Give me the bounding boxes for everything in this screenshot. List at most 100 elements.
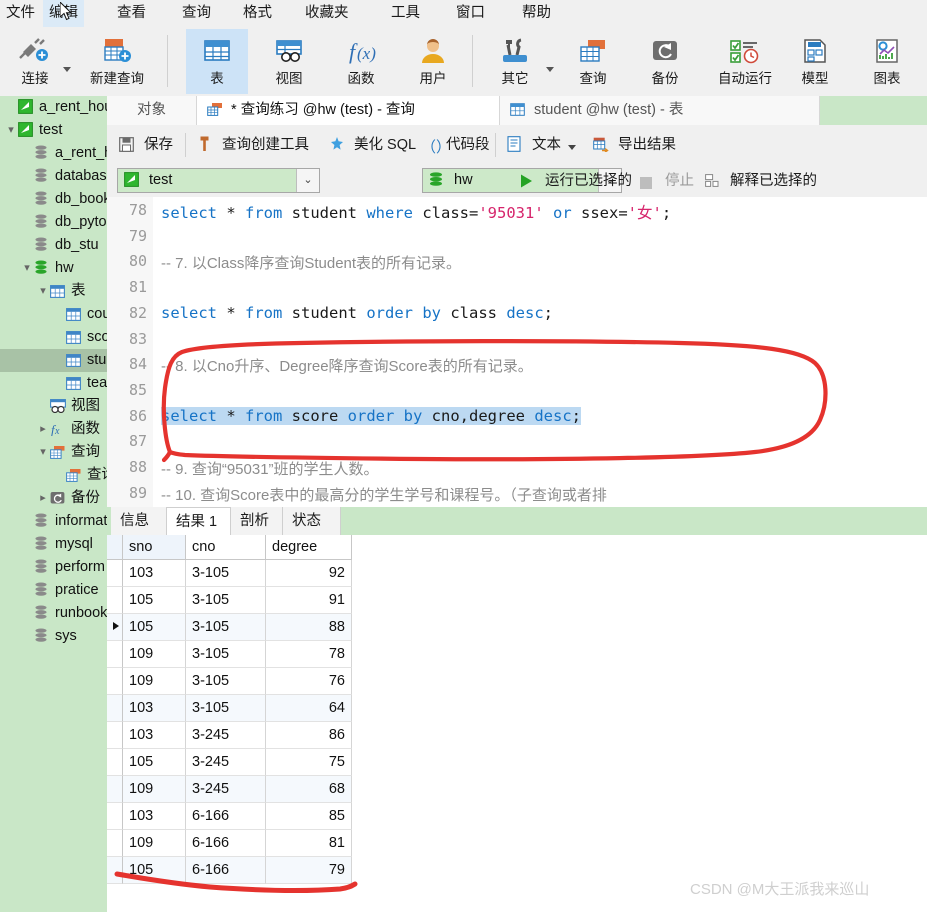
column-header-degree[interactable]: degree [266, 535, 352, 560]
column-header-sno[interactable]: sno [123, 535, 186, 560]
cell-sno[interactable]: 105 [123, 749, 186, 776]
cell-degree[interactable]: 88 [266, 614, 352, 641]
cell-cno[interactable]: 6-166 [186, 857, 266, 884]
cell-degree[interactable]: 78 [266, 641, 352, 668]
menu-window[interactable]: 窗口 [450, 0, 491, 27]
cell-cno[interactable]: 3-105 [186, 641, 266, 668]
cell-cno[interactable]: 3-105 [186, 668, 266, 695]
sidebar-item-db_book[interactable]: db_book [0, 188, 107, 211]
menu-help[interactable]: 帮助 [516, 0, 557, 27]
ribbon-function-button[interactable]: f (x) 函数 [330, 29, 392, 94]
sidebar-item--[interactable]: ▾ 表 [0, 280, 107, 303]
cell-degree[interactable]: 75 [266, 749, 352, 776]
cell-sno[interactable]: 103 [123, 722, 186, 749]
code-line[interactable]: select * from student order by class des… [161, 304, 553, 322]
cell-cno[interactable]: 3-245 [186, 749, 266, 776]
cell-sno[interactable]: 103 [123, 695, 186, 722]
sidebar-item-sco[interactable]: sco [0, 326, 107, 349]
result-tab-result-1[interactable]: 结果 1 [167, 507, 231, 535]
chevron-right-icon[interactable]: ▸ [36, 487, 50, 510]
row-selector-cell[interactable] [107, 830, 123, 857]
chevron-right-icon[interactable]: ▸ [36, 418, 50, 441]
connect-dropdown-caret-icon[interactable] [63, 67, 71, 72]
sidebar-item--[interactable]: ▾ 查询 [0, 441, 107, 464]
text-view-button[interactable]: 文本 [507, 125, 582, 165]
row-selector-cell[interactable] [107, 641, 123, 668]
cell-sno[interactable]: 109 [123, 641, 186, 668]
row-selector-cell[interactable] [107, 722, 123, 749]
sidebar-item--[interactable]: 查询 [0, 464, 107, 487]
menu-file[interactable]: 文件 [0, 0, 41, 27]
sidebar-item-mysql[interactable]: mysql [0, 533, 107, 556]
tab-query-practice[interactable]: * 查询练习 @hw (test) - 查询 [197, 96, 500, 125]
object-tree-sidebar[interactable]: a_rent_hou ▾ test a_rent_h database db_bookdb… [0, 96, 107, 912]
sidebar-item-sys[interactable]: sys [0, 625, 107, 648]
cell-cno[interactable]: 3-105 [186, 614, 266, 641]
row-selector-cell[interactable] [107, 587, 123, 614]
table-row[interactable]: 109 3-105 76 [107, 668, 451, 695]
ribbon-query-button[interactable]: 查询 [562, 29, 624, 94]
run-selected-button[interactable]: 运行已选择的 [520, 165, 632, 197]
sidebar-item-cou[interactable]: cou [0, 303, 107, 326]
row-selector-cell[interactable] [107, 614, 123, 641]
cell-degree[interactable]: 91 [266, 587, 352, 614]
row-selector-cell[interactable] [107, 803, 123, 830]
row-selector-cell[interactable] [107, 695, 123, 722]
sql-code-area[interactable]: select * from student where class='95031… [161, 197, 927, 507]
other-dropdown-caret-icon[interactable] [546, 67, 554, 72]
query-builder-button[interactable]: 查询创建工具 [197, 125, 309, 165]
sidebar-item--[interactable]: ▸ 备份 [0, 487, 107, 510]
tab-student-table[interactable]: student @hw (test) - 表 [500, 96, 820, 125]
sql-editor[interactable]: 78 79 80 81 82 83 84 85 86 87 88 89 select * from s… [107, 197, 927, 507]
cell-sno[interactable]: 109 [123, 668, 186, 695]
code-line[interactable]: -- 8. 以Cno升序、Degree降序查询Score表的所有记录。 [161, 355, 533, 376]
ribbon-other-button[interactable]: 其它 [484, 29, 546, 94]
explain-selected-button[interactable]: 解释已选择的 [705, 165, 817, 197]
result-tab-info[interactable]: 信息 [111, 507, 167, 535]
cell-cno[interactable]: 6-166 [186, 803, 266, 830]
table-row[interactable]: 103 6-166 85 [107, 803, 451, 830]
column-header-cno[interactable]: cno [186, 535, 266, 560]
menu-tools[interactable]: 工具 [385, 0, 426, 27]
cell-sno[interactable]: 105 [123, 857, 186, 884]
ribbon-chart-button[interactable]: 图表 [856, 29, 918, 94]
table-row[interactable]: 109 3-245 68 [107, 776, 451, 803]
cell-sno[interactable]: 105 [123, 587, 186, 614]
table-row[interactable]: 109 6-166 81 [107, 830, 451, 857]
sidebar-item-a_rent_hou[interactable]: a_rent_hou [0, 96, 107, 119]
table-row[interactable]: 105 3-105 91 [107, 587, 451, 614]
table-row[interactable]: 105 3-105 88 [107, 614, 451, 641]
sidebar-item-database[interactable]: database [0, 165, 107, 188]
row-selector-cell[interactable] [107, 776, 123, 803]
save-button[interactable]: 保存 [119, 125, 173, 165]
menu-query[interactable]: 查询 [176, 0, 217, 27]
sidebar-item--[interactable]: 视图 [0, 395, 107, 418]
sidebar-item-a_rent_h[interactable]: a_rent_h [0, 142, 107, 165]
cell-cno[interactable]: 6-166 [186, 830, 266, 857]
cell-degree[interactable]: 79 [266, 857, 352, 884]
chevron-down-icon[interactable]: ▾ [36, 280, 50, 303]
cell-degree[interactable]: 86 [266, 722, 352, 749]
connection-select[interactable]: test ⌄ [117, 168, 320, 193]
sidebar-item-runbook[interactable]: runbook [0, 602, 107, 625]
row-selector-cell[interactable] [107, 749, 123, 776]
cell-sno[interactable]: 103 [123, 803, 186, 830]
sidebar-item-stud[interactable]: stud [0, 349, 107, 372]
table-row[interactable]: 109 3-105 78 [107, 641, 451, 668]
ribbon-connect-button[interactable]: 连接 [4, 29, 66, 94]
cell-degree[interactable]: 64 [266, 695, 352, 722]
cell-sno[interactable]: 103 [123, 560, 186, 587]
ribbon-automation-button[interactable]: 自动运行 [706, 29, 784, 94]
cell-sno[interactable]: 109 [123, 830, 186, 857]
code-line[interactable]: select * from student where class='95031… [161, 201, 671, 223]
code-line[interactable]: select * from score order by cno,degree … [161, 406, 581, 425]
chevron-down-icon[interactable]: ▾ [20, 257, 34, 280]
table-row[interactable]: 105 3-245 75 [107, 749, 451, 776]
table-row[interactable]: 103 3-105 92 [107, 560, 451, 587]
cell-cno[interactable]: 3-245 [186, 722, 266, 749]
ribbon-user-button[interactable]: 用户 [402, 29, 464, 94]
code-line[interactable]: -- 9. 查询“95031”班的学生人数。 [161, 458, 379, 479]
sidebar-item-test[interactable]: ▾ test [0, 119, 107, 142]
sidebar-item-db_pyto[interactable]: db_pyto [0, 211, 107, 234]
row-selector-cell[interactable] [107, 668, 123, 695]
